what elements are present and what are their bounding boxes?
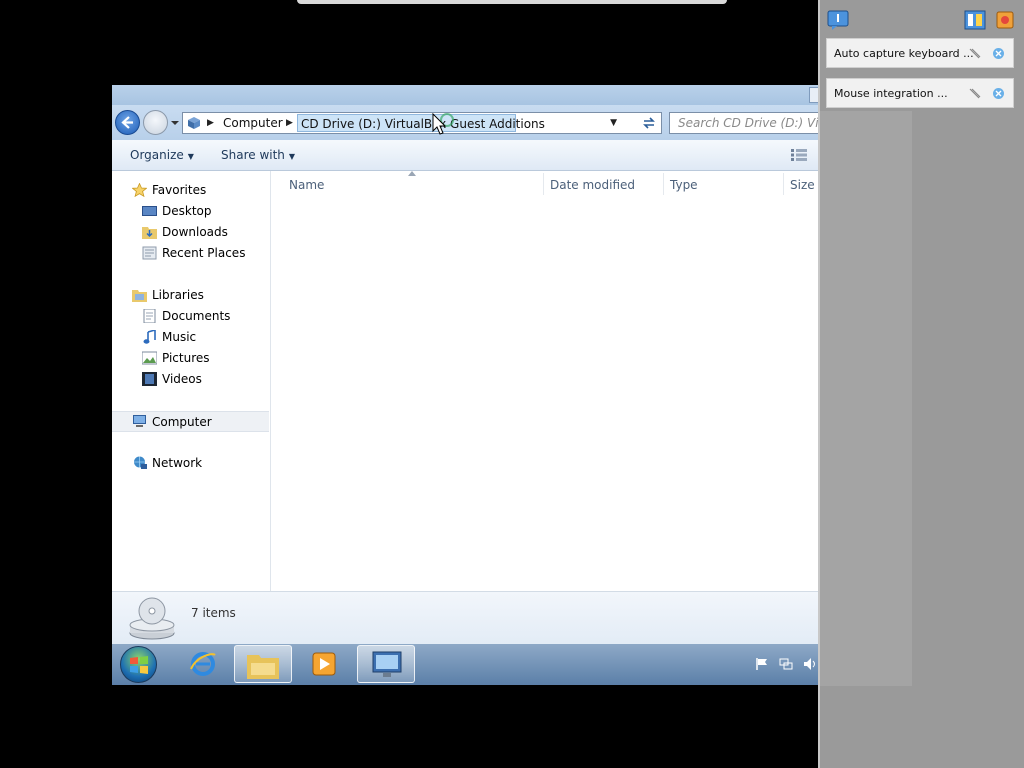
recent-pages-chevron-icon[interactable] (170, 118, 180, 128)
address-dropdown-icon[interactable]: ▼ (610, 118, 617, 128)
nav-computer[interactable]: Computer (112, 411, 269, 432)
organize-label: Organize (130, 148, 184, 162)
explorer-window: ▶ Computer ▶ CD Drive (D:) VirtualBox Gu… (112, 85, 819, 685)
item-count: 7 items (191, 606, 236, 620)
search-input[interactable]: Search CD Drive (D:) VirtualBox Guest Ad… (678, 116, 819, 130)
close-icon[interactable] (992, 87, 1005, 100)
nav-network-label: Network (152, 456, 203, 470)
close-all-icon[interactable] (996, 11, 1014, 29)
taskbar-windows-explorer[interactable] (234, 645, 292, 683)
action-center-flag-icon[interactable] (755, 657, 769, 671)
nav-downloads-label: Downloads (162, 225, 228, 239)
notice-mouse-integration-text: Mouse integration ... (834, 87, 948, 100)
address-bar[interactable]: ▶ Computer ▶ CD Drive (D:) VirtualBox Gu… (182, 112, 638, 134)
taskbar-remote-desktop[interactable] (357, 645, 415, 683)
nav-videos-label: Videos (162, 372, 202, 386)
forward-button[interactable] (143, 110, 168, 135)
nav-pictures-label: Pictures (162, 351, 210, 365)
column-header-size[interactable]: Size (790, 178, 815, 192)
windows-logo-icon (130, 656, 148, 674)
host-top-bar (297, 0, 727, 4)
videos-icon (142, 372, 157, 386)
volume-icon[interactable] (803, 657, 817, 671)
taskbar-media-player[interactable] (295, 645, 353, 683)
navigation-pane: Favorites Desktop Downloads Recent Place… (112, 171, 271, 591)
mouse-cursor-icon (432, 113, 454, 135)
back-arrow-icon (121, 116, 133, 129)
computer-icon (133, 415, 146, 427)
nav-computer-label: Computer (152, 415, 212, 429)
internet-explorer-icon (190, 652, 216, 676)
column-divider[interactable] (543, 173, 544, 195)
panel-layout-icon[interactable] (964, 10, 986, 30)
virtualbox-notification-panel: Auto capture keyboard ... Mouse integrat… (818, 0, 1024, 768)
taskbar (112, 644, 819, 685)
notice-mouse-integration[interactable]: Mouse integration ... (826, 78, 1014, 108)
star-icon (132, 183, 147, 197)
share-with-label: Share with (221, 148, 285, 162)
breadcrumb-separator-icon[interactable]: ▶ (207, 118, 214, 128)
sort-ascending-icon (408, 171, 416, 176)
change-view-icon[interactable] (791, 149, 807, 161)
documents-icon (143, 309, 156, 323)
close-icon[interactable] (992, 47, 1005, 60)
explorer-folder-icon (247, 655, 279, 679)
nav-favorites-label: Favorites (152, 183, 207, 197)
recent-places-icon (142, 246, 157, 260)
column-header-date-modified[interactable]: Date modified (550, 178, 635, 192)
chevron-down-icon: ▼ (288, 152, 296, 161)
info-message-icon[interactable] (827, 10, 849, 30)
computer-root-icon (188, 117, 200, 129)
breadcrumb-computer[interactable]: Computer (223, 116, 283, 130)
network-status-icon[interactable] (779, 657, 793, 671)
navigation-bar: ▶ Computer ▶ CD Drive (D:) VirtualBox Gu… (112, 105, 819, 140)
music-note-icon (143, 330, 156, 344)
dont-show-again-icon[interactable] (968, 87, 981, 100)
organize-menu[interactable]: Organize ▼ (130, 148, 194, 162)
remote-desktop-icon (372, 651, 402, 677)
nav-desktop-label: Desktop (162, 204, 212, 218)
panel-shadow (820, 111, 912, 686)
media-player-icon (312, 652, 336, 676)
column-divider[interactable] (663, 173, 664, 195)
refresh-icon (643, 117, 655, 129)
notice-auto-capture[interactable]: Auto capture keyboard ... (826, 38, 1014, 68)
breadcrumb-cd-drive[interactable]: CD Drive (D:) VirtualBox Guest Additions (297, 114, 545, 132)
pictures-icon (142, 351, 157, 365)
dont-show-again-icon[interactable] (968, 47, 981, 60)
downloads-folder-icon (142, 227, 157, 239)
libraries-icon (132, 290, 147, 302)
search-box[interactable]: Search CD Drive (D:) VirtualBox Guest Ad… (669, 112, 819, 134)
nav-documents-label: Documents (162, 309, 231, 323)
nav-libraries-label: Libraries (152, 288, 204, 302)
column-divider[interactable] (783, 173, 784, 195)
cd-drive-icon (129, 597, 175, 640)
desktop-icon (142, 206, 157, 216)
network-icon (134, 456, 147, 469)
chevron-down-icon: ▼ (187, 152, 194, 161)
start-button[interactable] (120, 646, 157, 683)
share-with-menu[interactable]: Share with ▼ (221, 148, 295, 162)
refresh-button[interactable] (637, 112, 662, 134)
column-header-name[interactable]: Name (289, 178, 324, 192)
command-bar: Organize ▼ Share with ▼ (112, 140, 819, 171)
details-pane: 7 items (112, 591, 819, 644)
column-header-type[interactable]: Type (670, 178, 698, 192)
taskbar-internet-explorer[interactable] (174, 645, 232, 683)
nav-recent-places-label: Recent Places (162, 246, 246, 260)
window-titlebar (112, 85, 819, 105)
breadcrumb-separator-icon[interactable]: ▶ (286, 118, 293, 128)
notice-auto-capture-text: Auto capture keyboard ... (834, 47, 974, 60)
nav-music-label: Music (162, 330, 197, 344)
back-button[interactable] (115, 110, 140, 135)
file-list-pane[interactable]: Name Date modified Type Size (271, 171, 819, 591)
